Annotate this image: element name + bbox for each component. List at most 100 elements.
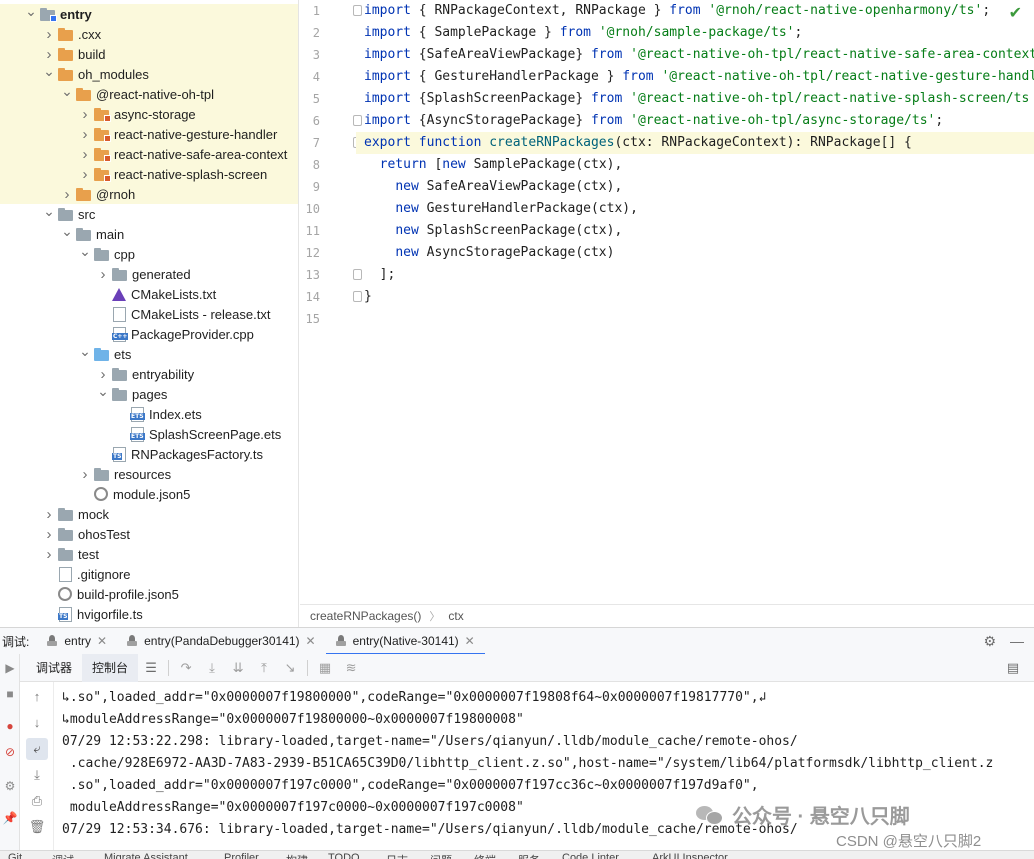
chevron-down-icon[interactable]: ⌄	[60, 221, 74, 241]
tree-item[interactable]: ⌄ pages	[0, 381, 298, 404]
tree-item[interactable]: › react-native-gesture-handler	[0, 124, 298, 144]
tree-item[interactable]: ⌄ src	[0, 203, 298, 224]
mute-breakpoints-icon[interactable]: ⊘	[2, 744, 18, 760]
tree-item[interactable]: ›CMakeLists - release.txt	[0, 304, 298, 324]
tree-item[interactable]: › generated	[0, 264, 298, 284]
breadcrumb-function[interactable]: createRNPackages()	[310, 609, 421, 623]
tool-window-button[interactable]: 构建	[286, 852, 308, 859]
tree-item[interactable]: › react-native-splash-screen	[0, 164, 298, 184]
tree-item[interactable]: ⌄ cpp	[0, 243, 298, 264]
tool-window-button[interactable]: 问题	[430, 852, 452, 859]
chevron-down-icon[interactable]: ⌄	[24, 1, 38, 21]
code-line[interactable]: new AsyncStoragePackage(ctx)	[356, 242, 1034, 264]
tree-item[interactable]: › react-native-safe-area-context	[0, 144, 298, 164]
chevron-down-icon[interactable]: ⌄	[96, 381, 110, 401]
tab-entry[interactable]: entry ✕	[37, 628, 117, 655]
tree-item[interactable]: ⌄ ets	[0, 343, 298, 364]
tree-item[interactable]: ›build-profile.json5	[0, 584, 298, 604]
tab-native[interactable]: entry(Native-30141) ✕	[325, 628, 485, 655]
tree-item[interactable]: ›.gitignore	[0, 564, 298, 584]
code-line[interactable]: new SplashScreenPackage(ctx),	[356, 220, 1034, 242]
line-number[interactable]: 6	[300, 110, 320, 132]
line-number[interactable]: 15	[300, 308, 320, 330]
tree-item[interactable]: ›CMakeLists.txt	[0, 284, 298, 304]
step-out-icon[interactable]: ⤒	[251, 660, 277, 676]
close-icon[interactable]: ✕	[306, 634, 316, 648]
scroll-to-end-icon[interactable]: ⤓	[26, 764, 48, 786]
tree-item[interactable]: ›TSRNPackagesFactory.ts	[0, 444, 298, 464]
chevron-right-icon[interactable]: ›	[78, 164, 92, 184]
trash-icon[interactable]: 🗑	[26, 816, 48, 838]
chevron-right-icon[interactable]: ›	[42, 24, 56, 44]
line-number[interactable]: 10	[300, 198, 320, 220]
tree-item[interactable]: ⌄ entry	[0, 1, 298, 24]
tab-panda-debugger[interactable]: entry(PandaDebugger30141) ✕	[117, 628, 326, 655]
tool-window-button[interactable]: Code Linter	[562, 852, 619, 859]
tree-item[interactable]: ⌄ oh_modules	[0, 61, 298, 84]
tool-window-button[interactable]: 调试	[52, 852, 74, 859]
close-icon[interactable]: ✕	[97, 634, 107, 648]
chevron-down-icon[interactable]: ⌄	[42, 61, 56, 81]
chevron-right-icon[interactable]: ›	[78, 144, 92, 164]
line-number[interactable]: 5	[300, 88, 320, 110]
tree-item[interactable]: › mock	[0, 504, 298, 524]
chevron-right-icon[interactable]: ›	[78, 464, 92, 484]
code-line[interactable]: new GestureHandlerPackage(ctx),	[356, 198, 1034, 220]
chevron-right-icon[interactable]: ›	[78, 124, 92, 144]
tool-window-button[interactable]: 日志	[386, 852, 408, 859]
run-to-cursor-icon[interactable]: ↘	[277, 660, 303, 676]
chevron-right-icon[interactable]: ›	[42, 504, 56, 524]
line-number[interactable]: 12	[300, 242, 320, 264]
chevron-right-icon[interactable]: ›	[42, 544, 56, 564]
force-step-into-icon[interactable]: ⇊	[225, 660, 251, 676]
code-line[interactable]: import { RNPackageContext, RNPackage } f…	[356, 0, 1034, 22]
tool-window-button[interactable]: TODO	[328, 852, 360, 859]
step-over-icon[interactable]: ↷	[173, 660, 199, 676]
line-number[interactable]: 9	[300, 176, 320, 198]
code-line[interactable]: }	[356, 286, 1034, 308]
tree-item[interactable]: ›ETSSplashScreenPage.ets	[0, 424, 298, 444]
line-number[interactable]: 11	[300, 220, 320, 242]
evaluate-expression-icon[interactable]: ▦	[312, 660, 338, 676]
line-number[interactable]: 7	[300, 132, 320, 154]
line-number[interactable]: 8	[300, 154, 320, 176]
code-line[interactable]: import { GestureHandlerPackage } from '@…	[356, 66, 1034, 88]
code-line[interactable]: ];	[356, 264, 1034, 286]
tool-window-button[interactable]: 终端	[474, 852, 496, 859]
tree-item[interactable]: ›C++PackageProvider.cpp	[0, 324, 298, 344]
breakpoints-icon[interactable]: ●	[2, 718, 18, 734]
tab-debugger[interactable]: 调试器	[26, 654, 82, 682]
line-number[interactable]: 4	[300, 66, 320, 88]
line-number[interactable]: 13	[300, 264, 320, 286]
tree-item[interactable]: ›module.json5	[0, 484, 298, 504]
chevron-down-icon[interactable]: ⌄	[60, 81, 74, 101]
pin-icon[interactable]: 📌	[2, 810, 18, 826]
tree-item[interactable]: ⌄ main	[0, 221, 298, 244]
chevron-right-icon[interactable]: ›	[78, 104, 92, 124]
breadcrumb-param[interactable]: ctx	[448, 609, 463, 623]
tool-window-button[interactable]: 服务	[518, 852, 540, 859]
tree-item[interactable]: › async-storage	[0, 104, 298, 124]
step-into-icon[interactable]: ⤓	[199, 660, 225, 676]
line-number[interactable]: 14	[300, 286, 320, 308]
trace-icon[interactable]: ≋	[338, 660, 364, 676]
code-line[interactable]: export function createRNPackages(ctx: RN…	[356, 132, 1034, 154]
close-icon[interactable]: ✕	[465, 634, 475, 648]
line-number[interactable]: 2	[300, 22, 320, 44]
code-line[interactable]: new SafeAreaViewPackage(ctx),	[356, 176, 1034, 198]
code-line[interactable]: import {SafeAreaViewPackage} from '@reac…	[356, 44, 1034, 66]
tool-window-button[interactable]: Git	[8, 852, 22, 859]
layout-icon[interactable]: ▤	[1000, 660, 1026, 676]
stop-icon[interactable]: ■	[2, 686, 18, 702]
code-line[interactable]: import { SamplePackage } from '@rnoh/sam…	[356, 22, 1034, 44]
scroll-up-icon[interactable]: ↑	[26, 686, 48, 708]
soft-wrap-icon[interactable]: ⤶	[26, 738, 48, 760]
scroll-down-icon[interactable]: ↓	[26, 712, 48, 734]
tree-item[interactable]: › ohosTest	[0, 524, 298, 544]
code-line[interactable]	[356, 308, 1034, 330]
tree-item[interactable]: ›TShvigorfile.ts	[0, 604, 298, 624]
tree-item[interactable]: › .cxx	[0, 24, 298, 44]
chevron-right-icon[interactable]: ›	[42, 524, 56, 544]
tree-item[interactable]: ›ETSIndex.ets	[0, 404, 298, 424]
code-line[interactable]: import {AsyncStoragePackage} from '@reac…	[356, 110, 1034, 132]
